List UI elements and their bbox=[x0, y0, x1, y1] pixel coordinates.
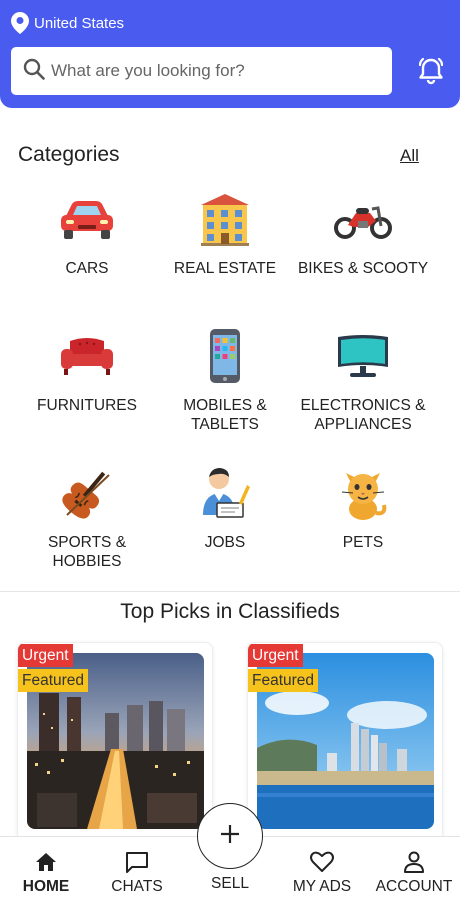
chat-icon bbox=[124, 850, 150, 874]
header: United States bbox=[0, 0, 460, 108]
person-icon bbox=[402, 850, 426, 874]
location-pin-icon bbox=[11, 12, 29, 34]
classified-card[interactable]: Urgent Featured bbox=[247, 642, 443, 842]
category-cars[interactable]: CARS bbox=[18, 185, 156, 322]
categories-grid: CARS REAL ESTATE BIKES & SCOOTY FURNITUR… bbox=[18, 185, 432, 596]
sell-label: SELL bbox=[211, 875, 249, 892]
search-icon bbox=[23, 58, 45, 85]
app-screen: United States Categories All bbox=[0, 0, 460, 900]
nav-home[interactable]: HOME bbox=[14, 837, 78, 900]
category-label: FURNITURES bbox=[37, 397, 137, 414]
category-mobiles-tablets[interactable]: MOBILES & TABLETS bbox=[156, 322, 294, 459]
category-label: ELECTRONICS & APPLIANCES bbox=[300, 397, 426, 433]
category-label: BIKES & SCOOTY bbox=[297, 260, 429, 277]
category-label: CARS bbox=[65, 260, 109, 277]
category-jobs[interactable]: JOBS bbox=[156, 459, 294, 596]
nav-chats[interactable]: CHATS bbox=[104, 837, 170, 900]
nav-label: CHATS bbox=[111, 878, 163, 895]
category-label: PETS bbox=[342, 534, 384, 551]
building-icon bbox=[195, 189, 255, 249]
category-electronics-appliances[interactable]: ELECTRONICS & APPLIANCES bbox=[294, 322, 432, 459]
car-icon bbox=[57, 189, 117, 249]
location-label: United States bbox=[34, 14, 125, 32]
categories-all-link[interactable]: All bbox=[400, 146, 419, 166]
cat-icon bbox=[333, 463, 393, 523]
category-pets[interactable]: PETS bbox=[294, 459, 432, 596]
search-input[interactable] bbox=[51, 61, 371, 81]
worker-icon bbox=[195, 463, 255, 523]
home-icon bbox=[34, 850, 58, 874]
featured-badge: Featured bbox=[248, 669, 319, 692]
location-selector[interactable]: United States bbox=[11, 12, 124, 34]
nav-account[interactable]: ACCOUNT bbox=[372, 837, 456, 900]
category-furnitures[interactable]: FURNITURES bbox=[18, 322, 156, 459]
nav-label: MY ADS bbox=[292, 878, 352, 895]
sell-button[interactable] bbox=[197, 803, 263, 869]
categories-title: Categories bbox=[18, 143, 120, 166]
nav-label: HOME bbox=[22, 878, 70, 895]
category-bikes-scooty[interactable]: BIKES & SCOOTY bbox=[294, 185, 432, 322]
heart-icon bbox=[309, 850, 335, 874]
nav-my-ads[interactable]: MY ADS bbox=[284, 837, 360, 900]
monitor-icon bbox=[333, 326, 393, 386]
mobile-phone-icon bbox=[195, 326, 255, 386]
motorbike-icon bbox=[333, 189, 393, 249]
urgent-badge: Urgent bbox=[248, 644, 303, 667]
sofa-icon bbox=[57, 326, 117, 386]
category-label: SPORTS & HOBBIES bbox=[47, 534, 127, 570]
search-bar[interactable] bbox=[11, 47, 392, 95]
nav-label: ACCOUNT bbox=[375, 878, 453, 895]
urgent-badge: Urgent bbox=[18, 644, 73, 667]
violin-icon bbox=[57, 463, 117, 523]
category-label: MOBILES & TABLETS bbox=[183, 397, 267, 433]
category-label: JOBS bbox=[204, 534, 246, 551]
category-real-estate[interactable]: REAL ESTATE bbox=[156, 185, 294, 322]
category-label: REAL ESTATE bbox=[173, 260, 277, 277]
featured-badge: Featured bbox=[18, 669, 89, 692]
classified-card[interactable]: Urgent Featured bbox=[17, 642, 213, 842]
top-picks-title: Top Picks in Classifieds bbox=[120, 600, 340, 623]
section-divider bbox=[0, 591, 460, 592]
category-sports-hobbies[interactable]: SPORTS & HOBBIES bbox=[18, 459, 156, 596]
notification-bell-icon[interactable] bbox=[416, 56, 446, 91]
plus-icon bbox=[219, 823, 241, 850]
